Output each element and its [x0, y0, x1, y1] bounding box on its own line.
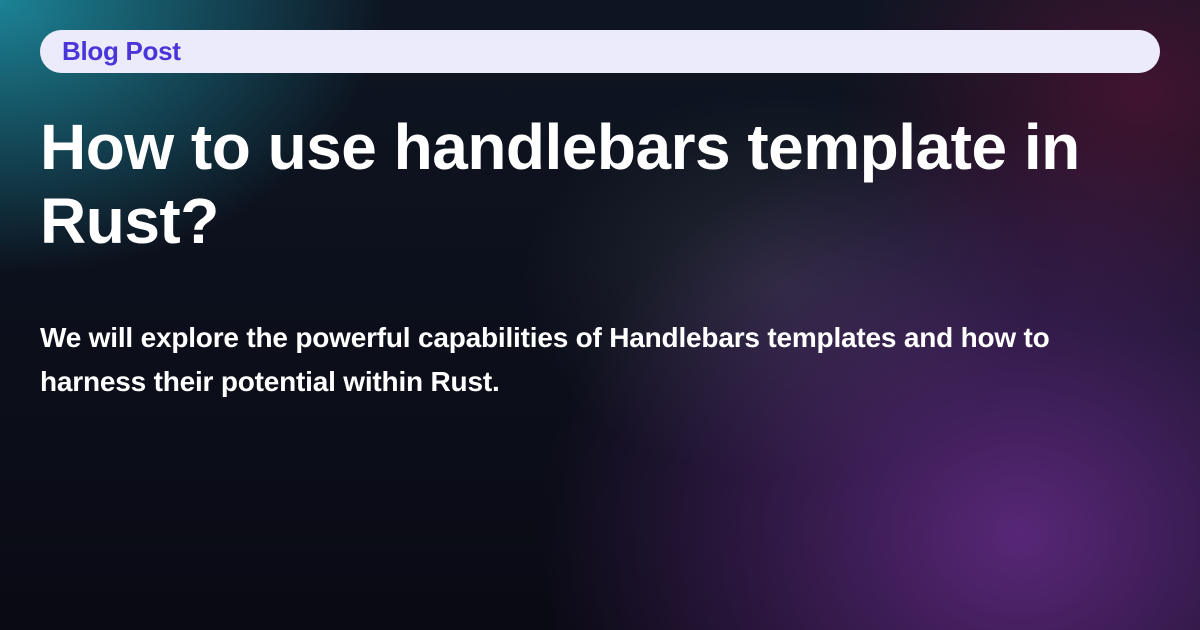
content-container: Blog Post How to use handlebars template…	[0, 0, 1200, 630]
category-badge: Blog Post	[40, 30, 1160, 73]
post-title: How to use handlebars template in Rust?	[40, 111, 1160, 258]
post-description: We will explore the powerful capabilitie…	[40, 316, 1160, 403]
